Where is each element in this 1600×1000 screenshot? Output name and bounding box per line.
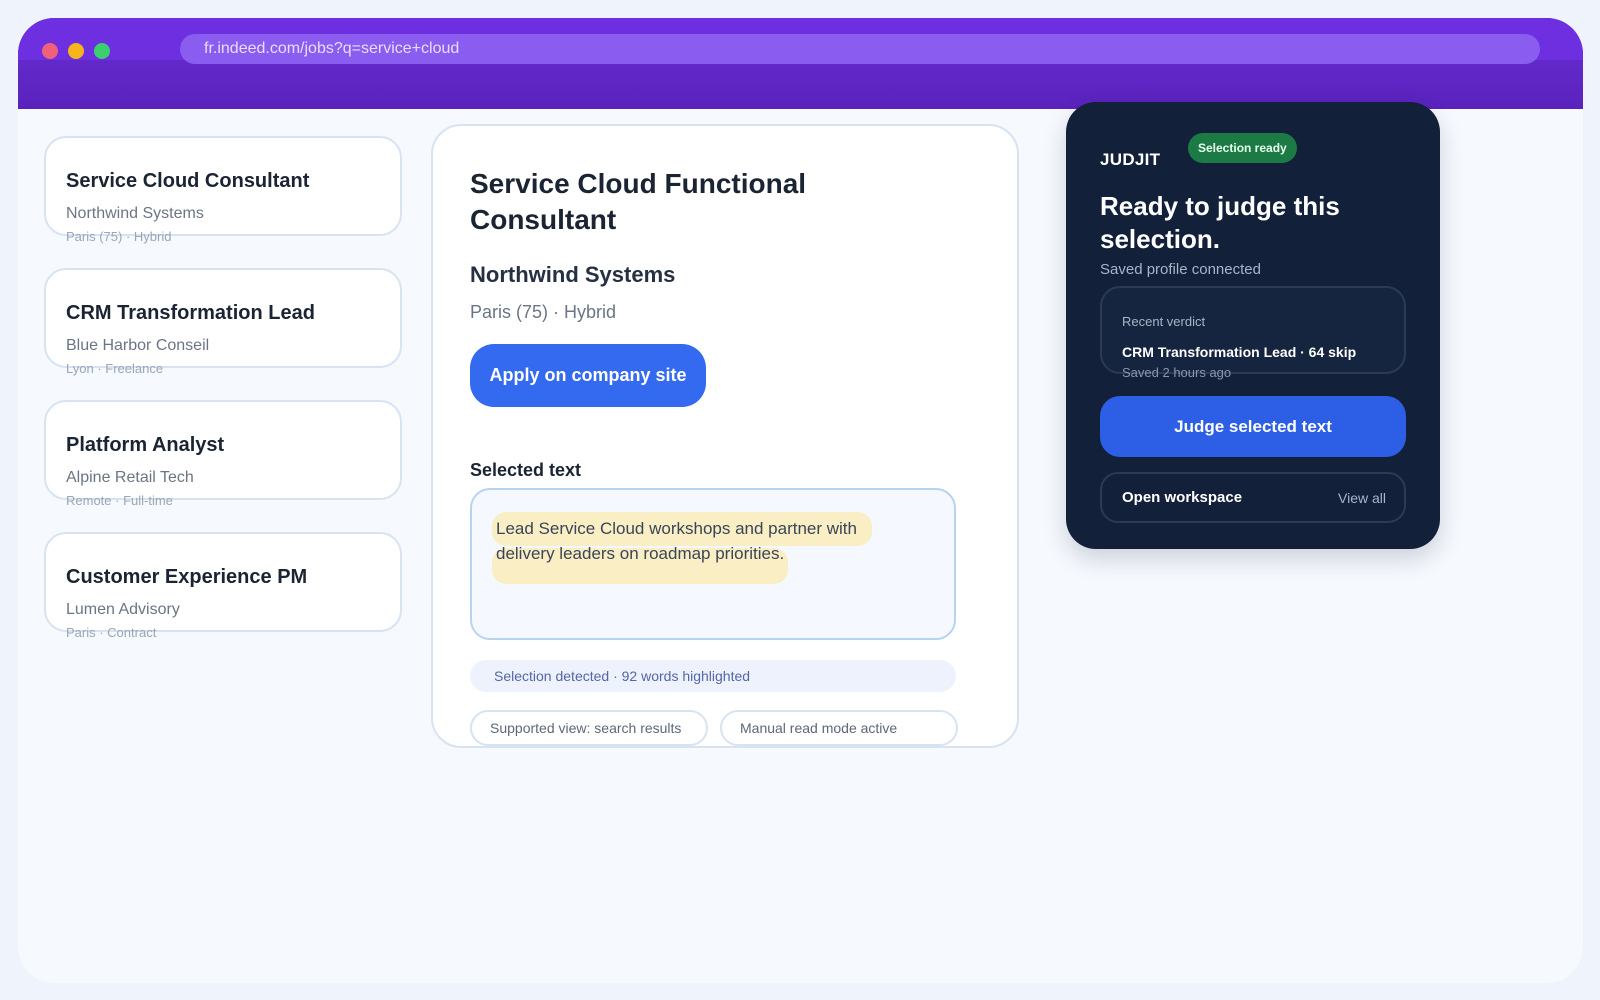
maximize-window-icon[interactable] <box>94 43 110 59</box>
browser-chrome: fr.indeed.com/jobs?q=service+cloud <box>18 18 1583 109</box>
supported-view-chip: Supported view: search results <box>470 710 708 746</box>
job-company: Northwind Systems <box>470 262 676 287</box>
recent-verdict-time: Saved 2 hours ago <box>1122 365 1232 380</box>
job-card-1[interactable]: Service Cloud Consultant Northwind Syste… <box>44 136 402 244</box>
minimize-window-icon[interactable] <box>68 43 84 59</box>
open-workspace-button[interactable]: Open workspace View all <box>1100 472 1406 523</box>
selected-text-box[interactable]: Lead Service Cloud workshops and partner… <box>470 488 956 640</box>
recent-verdict-card[interactable]: Recent verdict CRM Transformation Lead ·… <box>1100 286 1406 380</box>
job-card-company: Alpine Retail Tech <box>66 469 194 486</box>
job-card-4[interactable]: Customer Experience PM Lumen Advisory Pa… <box>44 532 402 640</box>
judjit-panel: JUDJIT Selection ready Ready to judge th… <box>1066 102 1440 549</box>
job-card-company: Blue Harbor Conseil <box>66 337 210 354</box>
selection-status: Selection detected · 92 words highlighte… <box>470 660 956 692</box>
view-all-link[interactable]: View all <box>1338 490 1386 506</box>
job-card-3[interactable]: Platform Analyst Alpine Retail Tech Remo… <box>44 400 402 508</box>
judjit-logo: JUDJIT <box>1100 150 1161 169</box>
open-workspace-label: Open workspace <box>1122 489 1243 506</box>
job-card-company: Lumen Advisory <box>66 601 180 618</box>
recent-verdict-title: CRM Transformation Lead · 64 skip <box>1122 344 1357 360</box>
read-mode-chip: Manual read mode active <box>720 710 958 746</box>
job-card-title: Customer Experience PM <box>66 566 308 588</box>
job-card-meta: Lyon · Freelance <box>66 361 164 376</box>
job-card-meta: Paris (75) · Hybrid <box>66 229 172 244</box>
job-location: Paris (75) · Hybrid <box>470 302 617 322</box>
job-card-meta: Remote · Full-time <box>66 493 173 508</box>
job-detail-panel: Service Cloud Functional Consultant Nort… <box>431 124 1019 748</box>
address-bar[interactable]: fr.indeed.com/jobs?q=service+cloud <box>180 34 1540 64</box>
job-title: Service Cloud Functional Consultant <box>470 168 807 235</box>
selected-text-content[interactable]: Lead Service Cloud workshops and partner… <box>496 516 916 566</box>
recent-verdict-label: Recent verdict <box>1122 314 1206 329</box>
status-badge: Selection ready <box>1188 133 1297 163</box>
job-card-company: Northwind Systems <box>66 205 204 222</box>
panel-headline: Ready to judge this selection. <box>1100 191 1340 254</box>
selected-text-label: Selected text <box>470 460 582 480</box>
job-card-title: Service Cloud Consultant <box>66 170 310 192</box>
job-card-meta: Paris · Contract <box>66 625 157 640</box>
apply-button[interactable]: Apply on company site <box>470 344 706 407</box>
job-card-2[interactable]: CRM Transformation Lead Blue Harbor Cons… <box>44 268 402 376</box>
job-card-title: CRM Transformation Lead <box>66 302 315 324</box>
profile-status: Saved profile connected <box>1100 261 1261 278</box>
judge-selected-button[interactable]: Judge selected text <box>1100 396 1406 457</box>
close-window-icon[interactable] <box>42 43 58 59</box>
job-card-title: Platform Analyst <box>66 434 225 456</box>
